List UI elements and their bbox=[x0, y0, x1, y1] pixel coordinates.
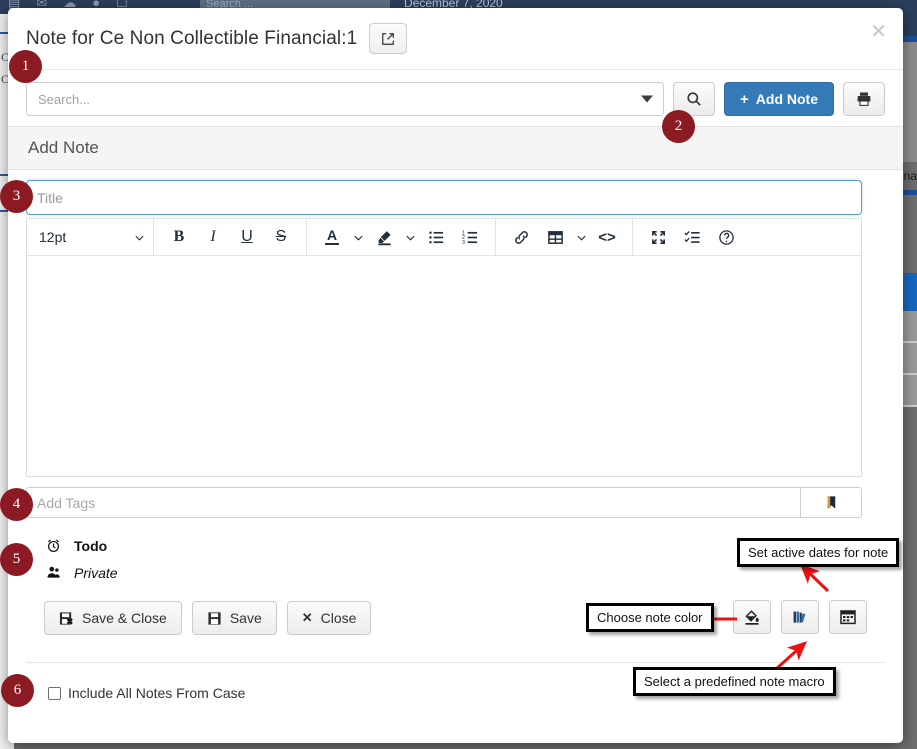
callout-select-note-macro: Select a predefined note macro bbox=[633, 667, 836, 696]
badge-number: 5 bbox=[12, 551, 21, 567]
annotation-badge-2: 2 bbox=[662, 110, 695, 143]
annotation-badge-6: 6 bbox=[1, 674, 34, 707]
callout-text: Select a predefined note macro bbox=[644, 674, 825, 689]
callout-text: Choose note color bbox=[597, 610, 703, 625]
badge-number: 2 bbox=[674, 118, 683, 134]
annotation-arrows bbox=[684, 564, 830, 672]
badge-number: 1 bbox=[21, 58, 30, 74]
annotation-badge-4: 4 bbox=[0, 488, 33, 521]
annotation-badge-1: 1 bbox=[9, 50, 42, 83]
annotation-badge-3: 3 bbox=[0, 180, 33, 213]
callout-choose-note-color: Choose note color bbox=[586, 603, 714, 632]
badge-number: 6 bbox=[13, 682, 22, 698]
callout-set-active-dates: Set active dates for note bbox=[737, 538, 900, 567]
arrow-to-dates bbox=[800, 564, 830, 593]
badge-number: 4 bbox=[12, 496, 21, 512]
arrow-to-macro bbox=[773, 641, 808, 672]
annotation-badge-5: 5 bbox=[0, 543, 33, 576]
badge-number: 3 bbox=[12, 188, 21, 204]
callout-text: Set active dates for note bbox=[748, 545, 889, 560]
